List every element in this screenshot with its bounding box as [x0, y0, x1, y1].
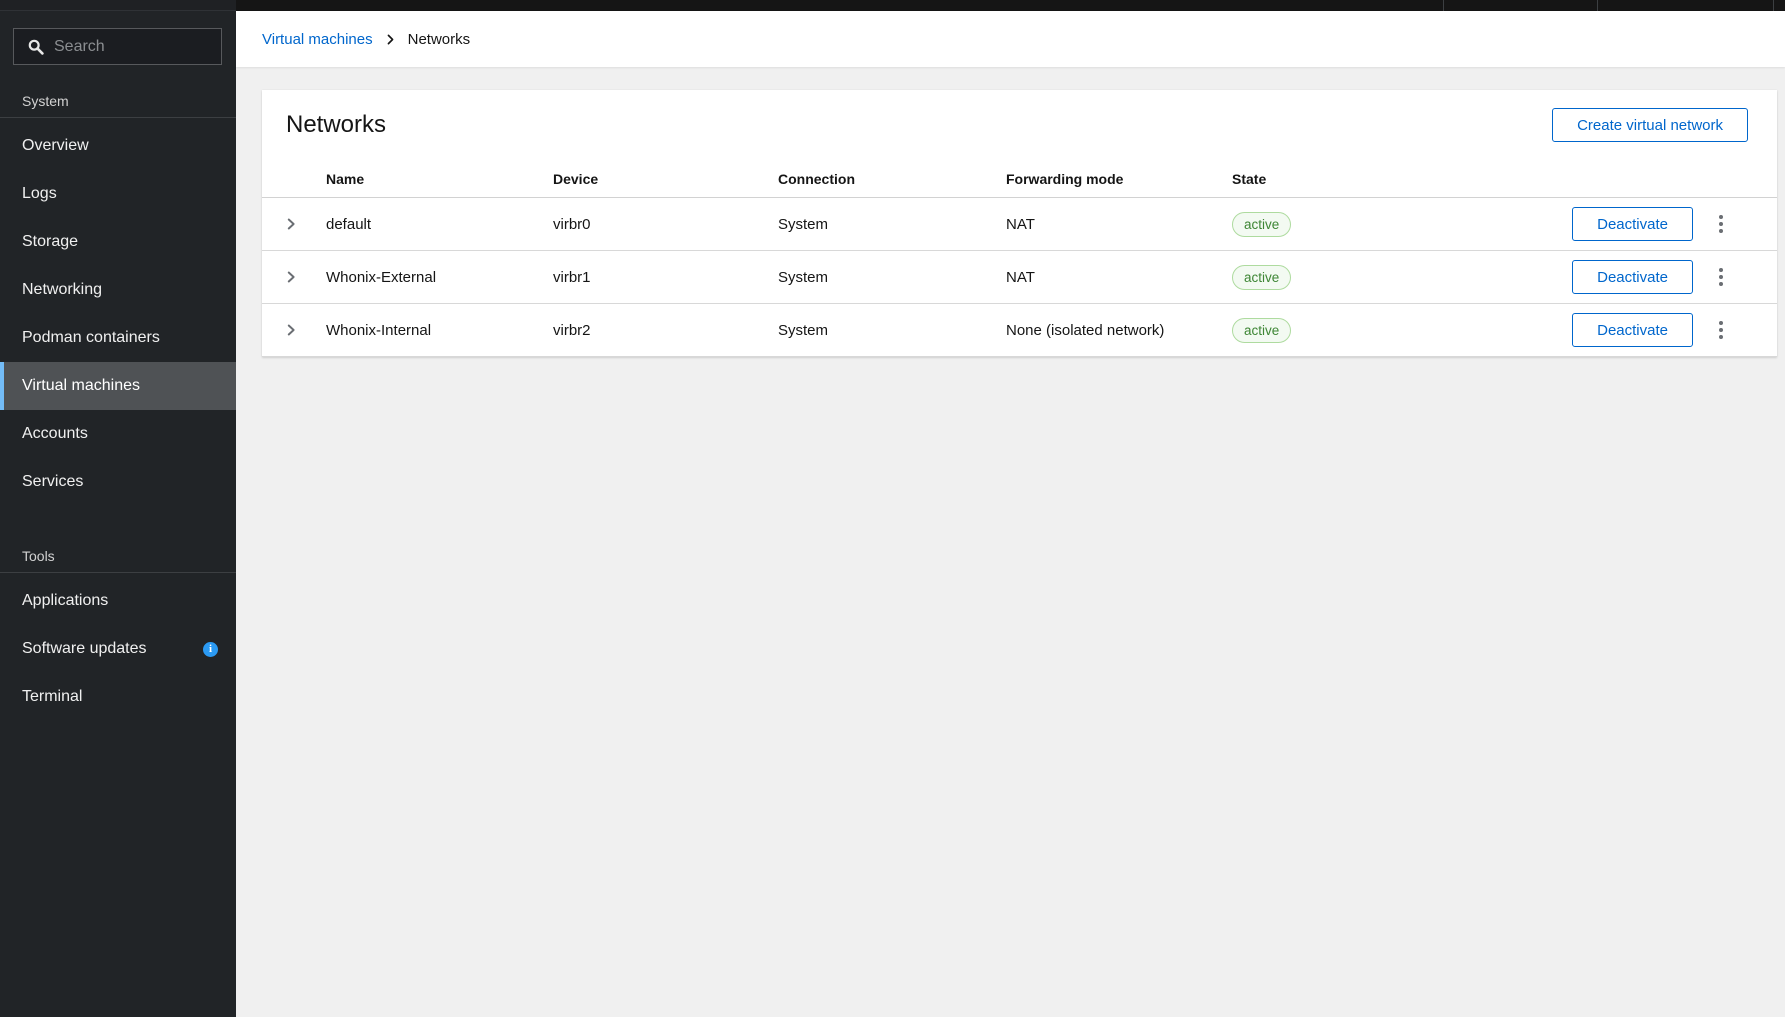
network-forwarding-mode: NAT: [990, 269, 1216, 286]
network-device: virbr2: [537, 322, 762, 339]
network-device: virbr0: [537, 216, 762, 233]
breadcrumb: Virtual machines Networks: [236, 11, 1785, 67]
expand-row-button[interactable]: [279, 265, 303, 289]
kebab-menu-icon[interactable]: [1709, 314, 1733, 347]
network-connection: System: [762, 216, 990, 233]
search-input[interactable]: [54, 38, 211, 56]
network-forwarding-mode: NAT: [990, 216, 1216, 233]
deactivate-button[interactable]: Deactivate: [1572, 207, 1693, 241]
table-header-row: Name Device Connection Forwarding mode S…: [262, 160, 1777, 198]
networks-card: Networks Create virtual network Name Dev…: [262, 90, 1777, 357]
table-row: Whonix-Internal virbr2 System None (isol…: [262, 304, 1777, 357]
column-header-state: State: [1216, 171, 1400, 187]
status-badge: active: [1232, 212, 1291, 237]
sidebar-item-storage[interactable]: Storage: [0, 218, 236, 266]
sidebar-item-services[interactable]: Services: [0, 458, 236, 506]
sidebar-item-software-updates[interactable]: Software updates i: [0, 625, 236, 673]
masthead-divider: [1773, 0, 1774, 11]
breadcrumb-current: Networks: [408, 31, 471, 48]
deactivate-button[interactable]: Deactivate: [1572, 313, 1693, 347]
network-name: default: [310, 216, 537, 233]
expand-row-button[interactable]: [279, 318, 303, 342]
masthead: [0, 0, 1785, 11]
masthead-sidebar-segment: [0, 0, 236, 11]
column-header-device: Device: [537, 171, 762, 187]
column-header-connection: Connection: [762, 171, 990, 187]
page-background: Networks Create virtual network Name Dev…: [236, 90, 1785, 1017]
status-badge: active: [1232, 265, 1291, 290]
network-name: Whonix-External: [310, 269, 537, 286]
create-virtual-network-button[interactable]: Create virtual network: [1552, 108, 1748, 142]
expand-row-button[interactable]: [279, 212, 303, 236]
search-icon: [28, 39, 44, 55]
network-device: virbr1: [537, 269, 762, 286]
info-icon: i: [203, 642, 218, 657]
content-area: Virtual machines Networks Networks Creat…: [236, 11, 1785, 1017]
sidebar-item-terminal[interactable]: Terminal: [0, 673, 236, 721]
chevron-right-icon: [285, 218, 297, 230]
deactivate-button[interactable]: Deactivate: [1572, 260, 1693, 294]
sidebar-item-podman-containers[interactable]: Podman containers: [0, 314, 236, 362]
column-header-forwarding-mode: Forwarding mode: [990, 171, 1216, 187]
network-connection: System: [762, 322, 990, 339]
network-connection: System: [762, 269, 990, 286]
table-row: default virbr0 System NAT active Deactiv…: [262, 198, 1777, 251]
status-badge: active: [1232, 318, 1291, 343]
breadcrumb-virtual-machines-link[interactable]: Virtual machines: [262, 31, 373, 48]
column-header-name: Name: [310, 171, 537, 187]
masthead-divider: [1443, 0, 1444, 11]
page-title: Networks: [286, 111, 386, 139]
network-name: Whonix-Internal: [310, 322, 537, 339]
table-row: Whonix-External virbr1 System NAT active…: [262, 251, 1777, 304]
network-forwarding-mode: None (isolated network): [990, 322, 1216, 339]
nav-section-system: System: [0, 65, 236, 117]
chevron-right-icon: [385, 34, 396, 45]
sidebar-item-overview[interactable]: Overview: [0, 122, 236, 170]
sidebar-item-virtual-machines[interactable]: Virtual machines: [0, 362, 236, 410]
masthead-divider: [1597, 0, 1598, 11]
chevron-right-icon: [285, 271, 297, 283]
sidebar-item-accounts[interactable]: Accounts: [0, 410, 236, 458]
sidebar-item-networking[interactable]: Networking: [0, 266, 236, 314]
sidebar: System Overview Logs Storage Networking …: [0, 11, 236, 1017]
kebab-menu-icon[interactable]: [1709, 261, 1733, 294]
sidebar-item-applications[interactable]: Applications: [0, 577, 236, 625]
sidebar-item-logs[interactable]: Logs: [0, 170, 236, 218]
nav-section-tools: Tools: [0, 506, 236, 572]
kebab-menu-icon[interactable]: [1709, 208, 1733, 241]
sidebar-search-box[interactable]: [13, 28, 222, 65]
chevron-right-icon: [285, 324, 297, 336]
